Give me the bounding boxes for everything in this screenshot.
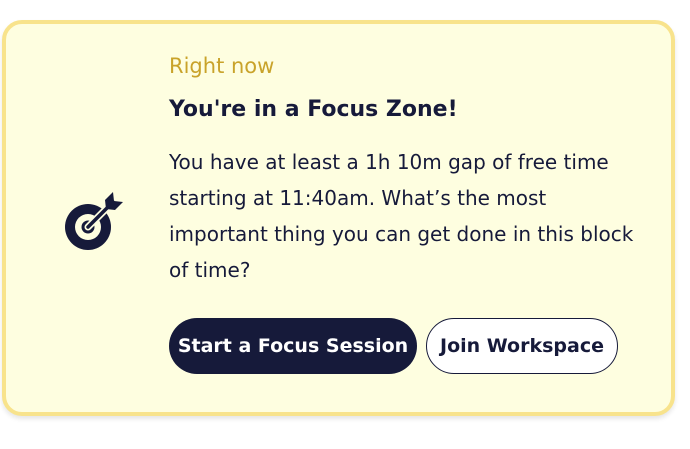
focus-zone-card: Right now You're in a Focus Zone! You ha… [2,20,675,416]
card-description: You have at least a 1h 10m gap of free t… [169,150,634,282]
card-title: You're in a Focus Zone! [169,97,458,122]
start-focus-session-button[interactable]: Start a Focus Session [169,318,417,374]
target-arrow-icon [65,192,123,250]
join-workspace-button[interactable]: Join Workspace [426,318,618,374]
eyebrow-label: Right now [169,54,275,78]
